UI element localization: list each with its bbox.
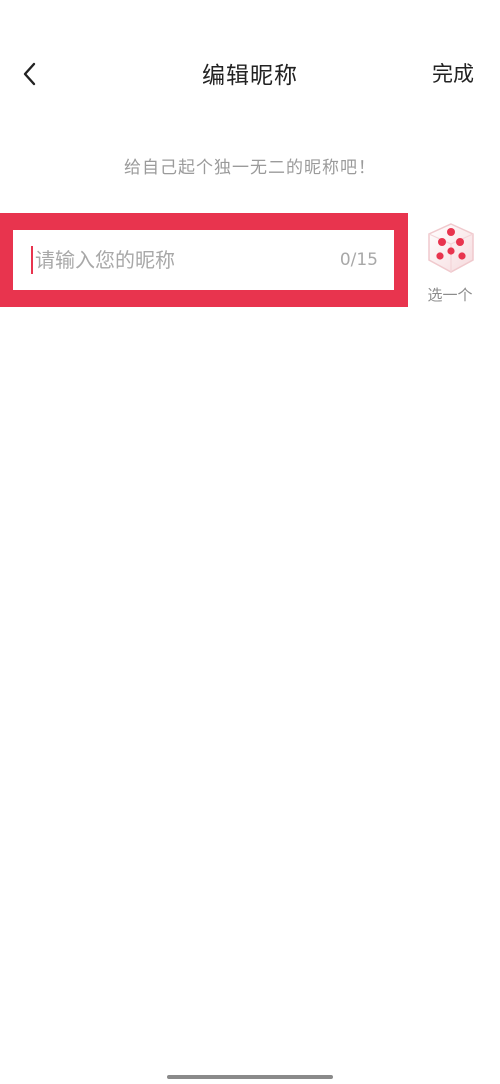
nickname-input-highlight: 0/15 [0,213,408,307]
nickname-input[interactable] [35,248,332,272]
navigation-bar: 编辑昵称 完成 [0,0,500,150]
text-caret [31,246,33,274]
page-title: 编辑昵称 [202,63,298,89]
dice-icon [428,223,474,273]
subtitle-hint: 给自己起个独一无二的昵称吧！ [124,158,376,178]
random-pick-label: 选一个 [427,286,473,304]
done-button[interactable]: 完成 [432,58,474,88]
nickname-input-container[interactable]: 0/15 [13,230,394,290]
home-indicator[interactable] [167,1075,333,1079]
random-nickname-button[interactable]: 选一个 [420,222,480,312]
character-counter: 0/15 [339,250,378,270]
